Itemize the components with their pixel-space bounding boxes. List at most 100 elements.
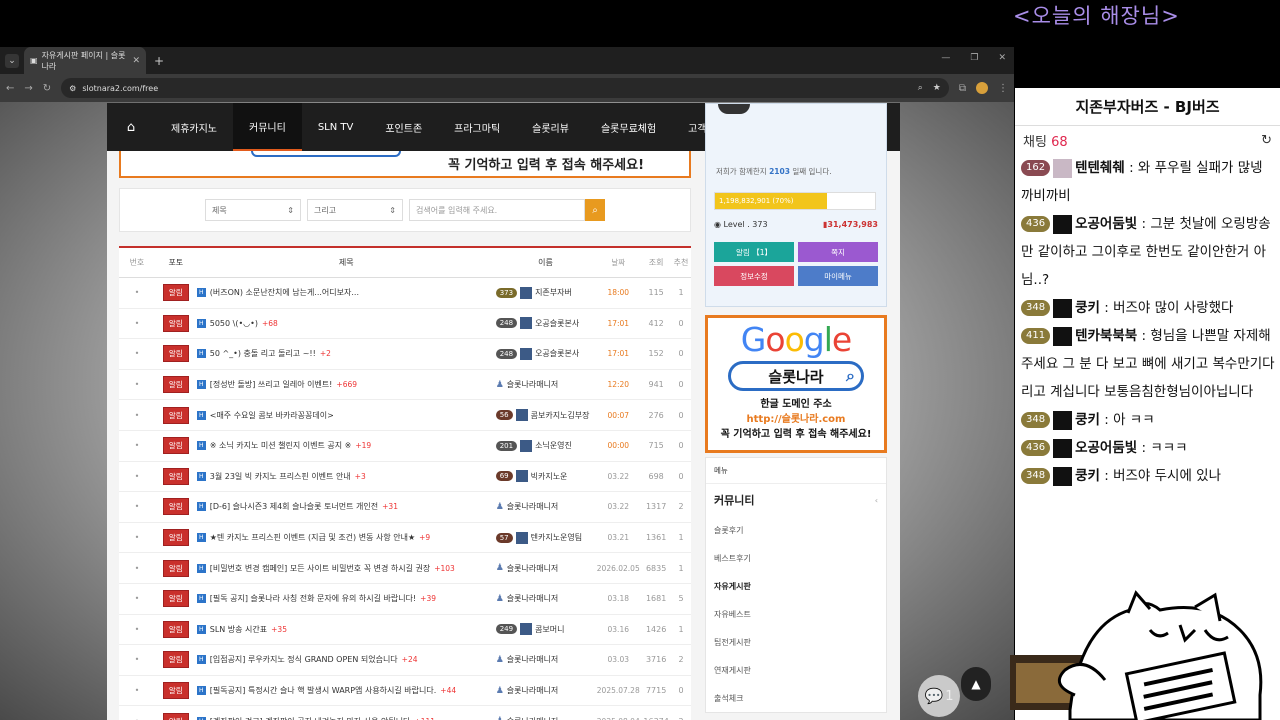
- back-icon[interactable]: ←: [6, 83, 14, 94]
- author[interactable]: 57 텐카지노운영팀: [495, 531, 596, 544]
- table-row[interactable]: • 알림 H [비밀번호 변경 캠페인] 모든 사이트 비밀번호 꼭 변경 하시길 권…: [119, 553, 691, 584]
- floating-chat-button[interactable]: 💬 1: [918, 675, 960, 717]
- post-title-link[interactable]: H 50 ^_•) 충돌 리고 돌리고 ~!! +2: [196, 348, 496, 359]
- new-tab-icon[interactable]: +: [154, 54, 164, 68]
- chat-username[interactable]: 쿵키: [1075, 300, 1100, 316]
- post-title-link[interactable]: H [D-6] 슬나시즌3 제4회 슬나슬롯 토너먼트 개인전 +31: [196, 501, 496, 512]
- table-row[interactable]: • 알림 H <매주 수요일 콤보 바카라꽁꽁데이> 56 콤보카지노김부장 00:07 27…: [119, 400, 691, 431]
- menu-item-attendance[interactable]: 출석체크: [706, 684, 886, 712]
- google-ad-banner[interactable]: Google 슬롯나라 ⌕ 한글 도메인 주소 http://슬롯나라.com 꼭…: [705, 315, 887, 453]
- nav-item-sln-tv[interactable]: SLN TV: [302, 103, 370, 151]
- post-title-link[interactable]: H ※ 소닉 카지노 미션 챌린지 이벤트 공지 ※ +19: [196, 440, 496, 451]
- zoom-icon[interactable]: ⌕: [918, 83, 923, 93]
- browser-tab[interactable]: ▣ 자유게시판 페이지 | 슬롯나라 ✕: [24, 47, 146, 74]
- forward-icon[interactable]: →: [24, 83, 32, 94]
- table-row[interactable]: • 알림 H 3월 23일 빅 카지노 프리스핀 이벤트 안내 +3 69 빅카지노운 03.…: [119, 462, 691, 493]
- post-title-link[interactable]: H SLN 방송 시간표 +35: [196, 624, 496, 635]
- author[interactable]: 69 빅카지노운: [495, 470, 596, 483]
- nav-item-slot-review[interactable]: 슬롯리뷰: [516, 103, 585, 151]
- table-row[interactable]: • 알림 H 50 ^_•) 충돌 리고 돌리고 ~!! +2 248 오공슬롯본사 17:0…: [119, 339, 691, 370]
- post-title-link[interactable]: H [필독공지] 특정시간 슬나 핵 발생시 WARP앱 사용하시길 바랍니다. +…: [196, 685, 496, 696]
- close-tab-icon[interactable]: ✕: [132, 56, 140, 66]
- table-row[interactable]: • 알림 H [D-6] 슬나시즌3 제4회 슬나슬롯 토너먼트 개인전 +31 ♟ 슬롯나…: [119, 492, 691, 523]
- search-icon[interactable]: ⌕: [585, 199, 605, 221]
- nav-item-pragmatic[interactable]: 프라그마틱: [438, 103, 516, 151]
- chat-username[interactable]: 텐카북북북: [1075, 328, 1137, 344]
- author[interactable]: ♟슬롯나라매니저: [496, 685, 596, 696]
- refresh-icon[interactable]: ↻: [1261, 133, 1272, 148]
- chat-username[interactable]: 오공어둠빛: [1075, 440, 1137, 456]
- menu-item-best-review[interactable]: 베스트후기: [706, 544, 886, 572]
- nav-item-free-slot[interactable]: 슬롯무료체험: [585, 103, 672, 151]
- hot-icon: H: [196, 563, 206, 573]
- tab-list-icon[interactable]: ⌄: [5, 53, 19, 68]
- author[interactable]: 56 콤보카지노김부장: [495, 409, 596, 422]
- post-title-link[interactable]: H [필독 공지] 슬롯나라 사칭 전화 문자에 유의 하시길 바랍니다! +39: [196, 593, 496, 604]
- table-row[interactable]: • 알림 H [필독공지] 특정시간 슬나 핵 발생시 WARP앱 사용하시길 바랍니…: [119, 676, 691, 707]
- author[interactable]: ♟슬롯나라매니저: [496, 654, 596, 665]
- author[interactable]: ♟슬롯나라매니저: [496, 593, 596, 604]
- author[interactable]: 248 오공슬롯본사: [495, 317, 596, 330]
- restore-icon[interactable]: ❐: [970, 53, 978, 63]
- author[interactable]: 249 콤보머니: [495, 623, 596, 636]
- post-title-link[interactable]: H <매주 수요일 콤보 바카라꽁꽁데이>: [196, 410, 496, 421]
- table-row[interactable]: • 알림 H [입점공지] 루우카지노 정식 GRAND OPEN 되었습니다 +24 ♟…: [119, 645, 691, 676]
- author[interactable]: ♟슬롯나라매니저: [496, 716, 596, 720]
- profile-avatar-icon[interactable]: [976, 82, 988, 94]
- nav-item-partner-casino[interactable]: 제휴카지노: [155, 103, 233, 151]
- table-row[interactable]: • 알림 H (버즈ON) 소문난잔치에 남는게...어디보자... 373 지존부자버 1…: [119, 278, 691, 309]
- search-field-select[interactable]: 제목 ⇕: [205, 199, 301, 221]
- messages-button[interactable]: 쪽지: [798, 242, 878, 262]
- author[interactable]: 248 오공슬롯본사: [495, 347, 596, 360]
- menu-item-free-best[interactable]: 자유베스트: [706, 600, 886, 628]
- post-title-link[interactable]: H (버즈ON) 소문난잔치에 남는게...어디보자...: [196, 287, 496, 298]
- chat-username[interactable]: 쿵키: [1075, 412, 1100, 428]
- author[interactable]: ♟슬롯나라매니저: [496, 501, 596, 512]
- bookmark-star-icon[interactable]: ★: [933, 83, 941, 93]
- nav-item-community[interactable]: 커뮤니티: [233, 103, 302, 151]
- my-menu-button[interactable]: 마이메뉴: [798, 266, 878, 286]
- close-window-icon[interactable]: ✕: [998, 53, 1006, 63]
- home-icon[interactable]: ⌂: [107, 120, 155, 135]
- scroll-top-button[interactable]: ▲: [961, 667, 991, 701]
- menu-item-slot-review[interactable]: 슬롯후기: [706, 516, 886, 544]
- chat-username[interactable]: 쿵키: [1075, 468, 1100, 484]
- table-row[interactable]: • 알림 H 5050 \(•◡•) +68 248 오공슬롯본사 17:01 412 0: [119, 309, 691, 340]
- minimize-icon[interactable]: —: [941, 53, 950, 63]
- url-field[interactable]: ⚙ slotnara2.com/free ⌕ ★: [61, 78, 949, 98]
- post-title-link[interactable]: H [계좌팔이 경고] 계좌팔이 공지 내려놓지 마자 사용 안됩니다+111: [196, 716, 496, 720]
- search-input[interactable]: 검색어를 입력해 주세요.: [409, 199, 585, 221]
- table-row[interactable]: • 알림 H [필독 공지] 슬롯나라 사칭 전화 문자에 유의 하시길 바랍니다! +…: [119, 584, 691, 615]
- table-row[interactable]: • 알림 H [정성반 돌방] 쓰리고 일레아 이벤트! +669 ♟ 슬롯나라매니저 12:…: [119, 370, 691, 401]
- alerts-button[interactable]: 알림 【1】: [714, 242, 794, 262]
- menu-item-tip-board[interactable]: 팁전게시판: [706, 628, 886, 656]
- extensions-icon[interactable]: ⧉: [959, 83, 966, 94]
- post-title-link[interactable]: H [정성반 돌방] 쓰리고 일레아 이벤트! +669: [196, 379, 496, 390]
- banner-strip[interactable]: 꼭 기억하고 입력 후 접속 해주세요!: [119, 151, 691, 178]
- edit-info-button[interactable]: 정보수정: [714, 266, 794, 286]
- search-operator-select[interactable]: 그리고 ⇕: [307, 199, 403, 221]
- chat-username[interactable]: 오공어둠빛: [1075, 216, 1137, 232]
- menu-group-community[interactable]: 커뮤니티 ‹: [706, 484, 886, 516]
- table-row[interactable]: • 알림 H ★텐 카지노 프리스핀 이벤트 (지급 및 조건) 변동 사항 안내★ +…: [119, 523, 691, 554]
- post-title-link[interactable]: H ★텐 카지노 프리스핀 이벤트 (지급 및 조건) 변동 사항 안내★ +9: [196, 532, 496, 543]
- table-row[interactable]: • 알림 H ※ 소닉 카지노 미션 챌린지 이벤트 공지 ※ +19 201 소닉운영진 0…: [119, 431, 691, 462]
- author[interactable]: 201 소닉운영진: [495, 439, 596, 452]
- author[interactable]: ♟슬롯나라매니저: [496, 563, 596, 574]
- post-title-link[interactable]: H 3월 23일 빅 카지노 프리스핀 이벤트 안내 +3: [196, 471, 496, 482]
- chat-username[interactable]: 텐텐췌췌: [1075, 160, 1125, 176]
- nav-item-point-zone[interactable]: 포인트존: [369, 103, 438, 151]
- table-row[interactable]: • 알림 H SLN 방송 시간표 +35 249 콤보머니 03.16 1426 1: [119, 615, 691, 646]
- menu-item-serial-board[interactable]: 연재게시판: [706, 656, 886, 684]
- reload-icon[interactable]: ↻: [43, 83, 51, 94]
- menu-item-free-board[interactable]: 자유게시판: [706, 572, 886, 600]
- browser-menu-icon[interactable]: ⋮: [998, 83, 1008, 94]
- site-info-icon[interactable]: ⚙: [69, 84, 76, 93]
- table-row[interactable]: • 알림 H [계좌팔이 경고] 계좌팔이 공지 내려놓지 마자 사용 안됩니다+11…: [119, 706, 691, 720]
- ad-url: http://슬롯나라.com: [746, 414, 846, 425]
- post-title-link[interactable]: H [입점공지] 루우카지노 정식 GRAND OPEN 되었습니다 +24: [196, 654, 496, 665]
- post-title-link[interactable]: H 5050 \(•◡•) +68: [196, 318, 496, 328]
- author[interactable]: ♟슬롯나라매니저: [496, 379, 596, 390]
- post-title-link[interactable]: H [비밀번호 변경 캠페인] 모든 사이트 비밀번호 꼭 변경 하시길 권장 +1…: [196, 563, 496, 574]
- author[interactable]: 373 지존부자버: [495, 286, 596, 299]
